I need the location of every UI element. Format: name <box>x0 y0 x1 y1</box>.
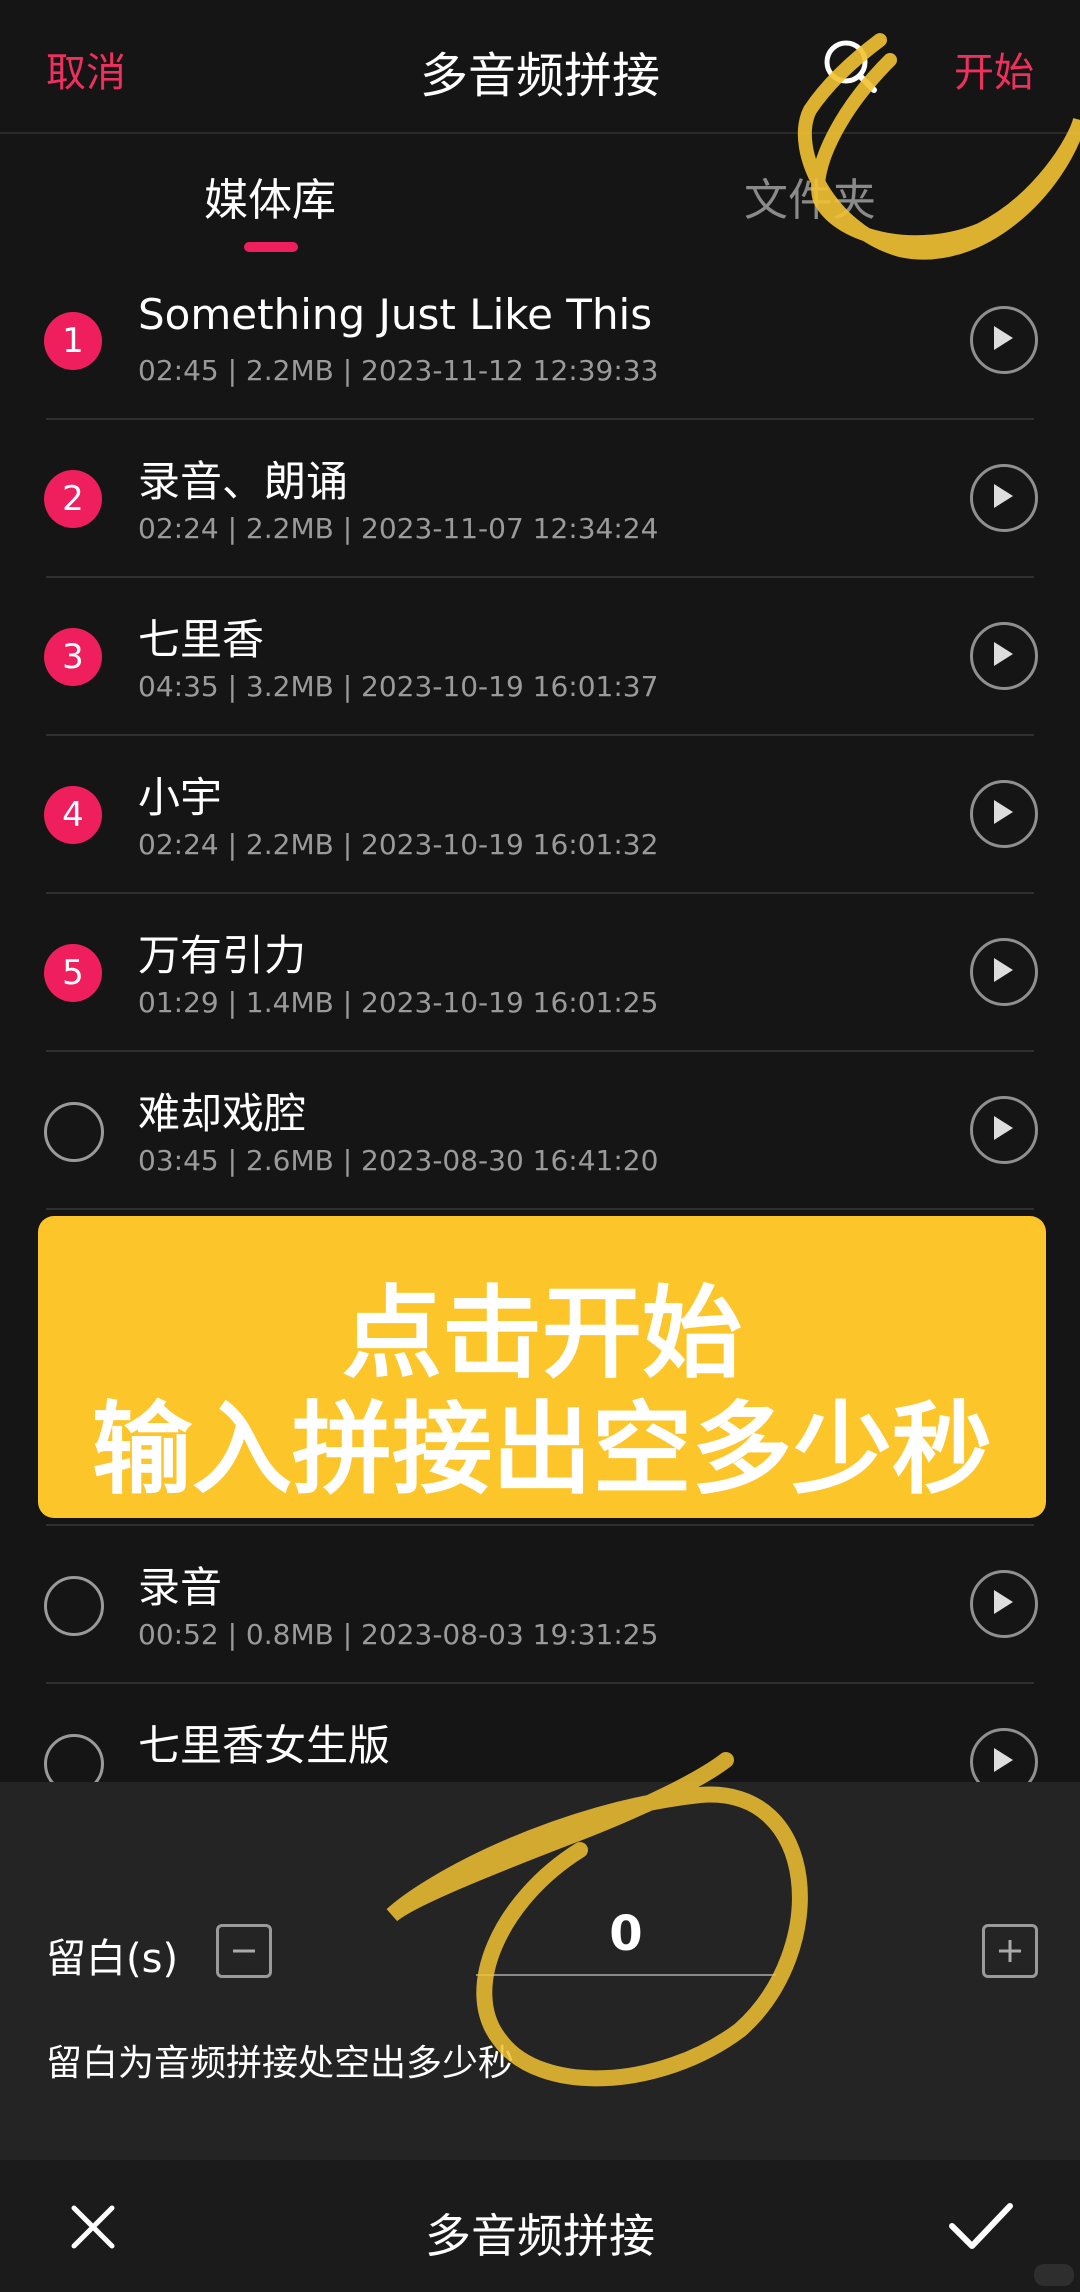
play-icon[interactable] <box>970 306 1038 374</box>
bottom-bar: 多音频拼接 <box>0 2160 1080 2292</box>
file-meta: 00:52 | 0.8MB | 2023-08-03 19:31:25 <box>138 1618 659 1651</box>
audio-file-list: 1 Something Just Like This 02:45 | 2.2MB… <box>0 262 1080 1842</box>
confirm-check-icon[interactable] <box>948 2200 1014 2252</box>
margin-settings-panel: 留白(s) 0 留白为音频拼接处空出多少秒 <box>0 1782 1080 2160</box>
page-title: 多音频拼接 <box>419 48 660 104</box>
selection-order-badge[interactable]: 2 <box>44 470 102 528</box>
tab-folder[interactable]: 文件夹 <box>540 164 1080 228</box>
play-icon[interactable] <box>970 780 1038 848</box>
play-icon[interactable] <box>970 1096 1038 1164</box>
file-name: 录音、朗诵 <box>138 457 349 506</box>
list-item[interactable]: 3 七里香 04:35 | 3.2MB | 2023-10-19 16:01:3… <box>0 578 1080 736</box>
margin-hint: 留白为音频拼接处空出多少秒 <box>46 2043 515 2084</box>
file-name: 难却戏腔 <box>138 1089 307 1138</box>
increase-button[interactable] <box>982 1924 1038 1978</box>
play-icon[interactable] <box>970 464 1038 532</box>
list-item[interactable]: 1 Something Just Like This 02:45 | 2.2MB… <box>0 262 1080 420</box>
tab-media-library[interactable]: 媒体库 <box>0 164 540 228</box>
selection-order-badge[interactable]: 3 <box>44 628 102 686</box>
selection-order-badge[interactable]: 1 <box>44 312 102 370</box>
select-checkbox[interactable] <box>44 1102 104 1162</box>
selection-order-badge[interactable]: 5 <box>44 944 102 1002</box>
margin-value-input[interactable]: 0 <box>476 1906 776 1962</box>
tab-indicator <box>244 242 298 252</box>
search-icon[interactable] <box>820 36 880 96</box>
banner-line-2: 输入拼接出空多少秒 <box>92 1391 992 1508</box>
input-underline <box>476 1974 776 1976</box>
file-meta: 02:24 | 2.2MB | 2023-10-19 16:01:32 <box>138 828 659 861</box>
file-name: 七里香 <box>138 615 265 664</box>
play-icon[interactable] <box>970 938 1038 1006</box>
file-meta: 02:45 | 2.2MB | 2023-11-12 12:39:33 <box>138 354 659 387</box>
play-icon[interactable] <box>970 622 1038 690</box>
tab-bar: 媒体库 文件夹 <box>0 134 1080 266</box>
instruction-banner: 点击开始 输入拼接出空多少秒 <box>38 1216 1046 1518</box>
list-item[interactable]: 难却戏腔 03:45 | 2.6MB | 2023-08-30 16:41:20 <box>0 1052 1080 1210</box>
file-meta: 02:24 | 2.2MB | 2023-11-07 12:34:24 <box>138 512 659 545</box>
file-name: 七里香女生版 <box>138 1721 391 1770</box>
top-bar: 取消 多音频拼接 开始 <box>0 0 1080 132</box>
start-button[interactable]: 开始 <box>954 40 1034 98</box>
watermark-badge <box>1034 2264 1074 2286</box>
list-item[interactable]: 5 万有引力 01:29 | 1.4MB | 2023-10-19 16:01:… <box>0 894 1080 1052</box>
decrease-button[interactable] <box>216 1924 272 1978</box>
file-meta: 04:35 | 3.2MB | 2023-10-19 16:01:37 <box>138 670 659 703</box>
margin-label: 留白(s) <box>46 1936 179 1982</box>
bottom-title: 多音频拼接 <box>425 2209 655 2263</box>
file-name: 录音 <box>138 1563 223 1612</box>
list-item[interactable]: 录音 00:52 | 0.8MB | 2023-08-03 19:31:25 <box>0 1526 1080 1684</box>
play-icon[interactable] <box>970 1570 1038 1638</box>
list-item[interactable]: 4 小宇 02:24 | 2.2MB | 2023-10-19 16:01:32 <box>0 736 1080 894</box>
select-checkbox[interactable] <box>44 1576 104 1636</box>
file-meta: 01:29 | 1.4MB | 2023-10-19 16:01:25 <box>138 986 659 1019</box>
file-name: Something Just Like This <box>138 290 653 339</box>
file-name: 万有引力 <box>138 931 307 980</box>
selection-order-badge[interactable]: 4 <box>44 786 102 844</box>
list-item[interactable]: 2 录音、朗诵 02:24 | 2.2MB | 2023-11-07 12:34… <box>0 420 1080 578</box>
file-name: 小宇 <box>138 773 223 822</box>
file-meta: 03:45 | 2.6MB | 2023-08-30 16:41:20 <box>138 1144 659 1177</box>
